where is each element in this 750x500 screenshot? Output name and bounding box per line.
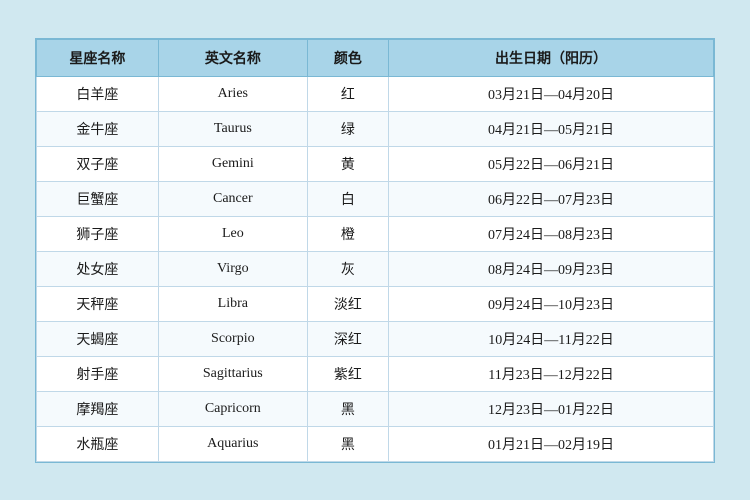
cell-dates: 04月21日—05月21日 <box>389 111 714 146</box>
cell-dates: 11月23日—12月22日 <box>389 356 714 391</box>
cell-chinese: 金牛座 <box>37 111 159 146</box>
cell-color: 深红 <box>307 321 388 356</box>
cell-color: 淡红 <box>307 286 388 321</box>
cell-english: Gemini <box>158 146 307 181</box>
table-row: 巨蟹座Cancer白06月22日—07月23日 <box>37 181 714 216</box>
cell-english: Sagittarius <box>158 356 307 391</box>
cell-chinese: 射手座 <box>37 356 159 391</box>
cell-dates: 12月23日—01月22日 <box>389 391 714 426</box>
cell-english: Capricorn <box>158 391 307 426</box>
cell-dates: 10月24日—11月22日 <box>389 321 714 356</box>
cell-chinese: 天秤座 <box>37 286 159 321</box>
cell-english: Leo <box>158 216 307 251</box>
cell-english: Libra <box>158 286 307 321</box>
table-row: 摩羯座Capricorn黑12月23日—01月22日 <box>37 391 714 426</box>
cell-color: 黑 <box>307 391 388 426</box>
table-header-row: 星座名称 英文名称 颜色 出生日期（阳历） <box>37 39 714 76</box>
header-english: 英文名称 <box>158 39 307 76</box>
cell-color: 黄 <box>307 146 388 181</box>
cell-chinese: 巨蟹座 <box>37 181 159 216</box>
cell-chinese: 水瓶座 <box>37 426 159 461</box>
cell-color: 白 <box>307 181 388 216</box>
table-row: 射手座Sagittarius紫红11月23日—12月22日 <box>37 356 714 391</box>
table-row: 天蝎座Scorpio深红10月24日—11月22日 <box>37 321 714 356</box>
header-date: 出生日期（阳历） <box>389 39 714 76</box>
table-row: 水瓶座Aquarius黑01月21日—02月19日 <box>37 426 714 461</box>
cell-english: Scorpio <box>158 321 307 356</box>
header-color: 颜色 <box>307 39 388 76</box>
cell-dates: 05月22日—06月21日 <box>389 146 714 181</box>
table-row: 处女座Virgo灰08月24日—09月23日 <box>37 251 714 286</box>
table-row: 双子座Gemini黄05月22日—06月21日 <box>37 146 714 181</box>
cell-chinese: 白羊座 <box>37 76 159 111</box>
cell-dates: 07月24日—08月23日 <box>389 216 714 251</box>
cell-english: Taurus <box>158 111 307 146</box>
table-row: 狮子座Leo橙07月24日—08月23日 <box>37 216 714 251</box>
table-row: 天秤座Libra淡红09月24日—10月23日 <box>37 286 714 321</box>
cell-color: 红 <box>307 76 388 111</box>
cell-chinese: 天蝎座 <box>37 321 159 356</box>
cell-chinese: 双子座 <box>37 146 159 181</box>
cell-english: Virgo <box>158 251 307 286</box>
cell-color: 绿 <box>307 111 388 146</box>
cell-english: Aquarius <box>158 426 307 461</box>
zodiac-table-container: 星座名称 英文名称 颜色 出生日期（阳历） 白羊座Aries红03月21日—04… <box>35 38 715 463</box>
table-body: 白羊座Aries红03月21日—04月20日金牛座Taurus绿04月21日—0… <box>37 76 714 461</box>
cell-dates: 09月24日—10月23日 <box>389 286 714 321</box>
cell-color: 橙 <box>307 216 388 251</box>
cell-dates: 08月24日—09月23日 <box>389 251 714 286</box>
zodiac-table: 星座名称 英文名称 颜色 出生日期（阳历） 白羊座Aries红03月21日—04… <box>36 39 714 462</box>
header-chinese: 星座名称 <box>37 39 159 76</box>
cell-chinese: 摩羯座 <box>37 391 159 426</box>
cell-dates: 01月21日—02月19日 <box>389 426 714 461</box>
cell-color: 黑 <box>307 426 388 461</box>
cell-dates: 06月22日—07月23日 <box>389 181 714 216</box>
cell-chinese: 处女座 <box>37 251 159 286</box>
cell-english: Cancer <box>158 181 307 216</box>
cell-english: Aries <box>158 76 307 111</box>
cell-chinese: 狮子座 <box>37 216 159 251</box>
cell-dates: 03月21日—04月20日 <box>389 76 714 111</box>
cell-color: 灰 <box>307 251 388 286</box>
table-row: 金牛座Taurus绿04月21日—05月21日 <box>37 111 714 146</box>
cell-color: 紫红 <box>307 356 388 391</box>
table-row: 白羊座Aries红03月21日—04月20日 <box>37 76 714 111</box>
